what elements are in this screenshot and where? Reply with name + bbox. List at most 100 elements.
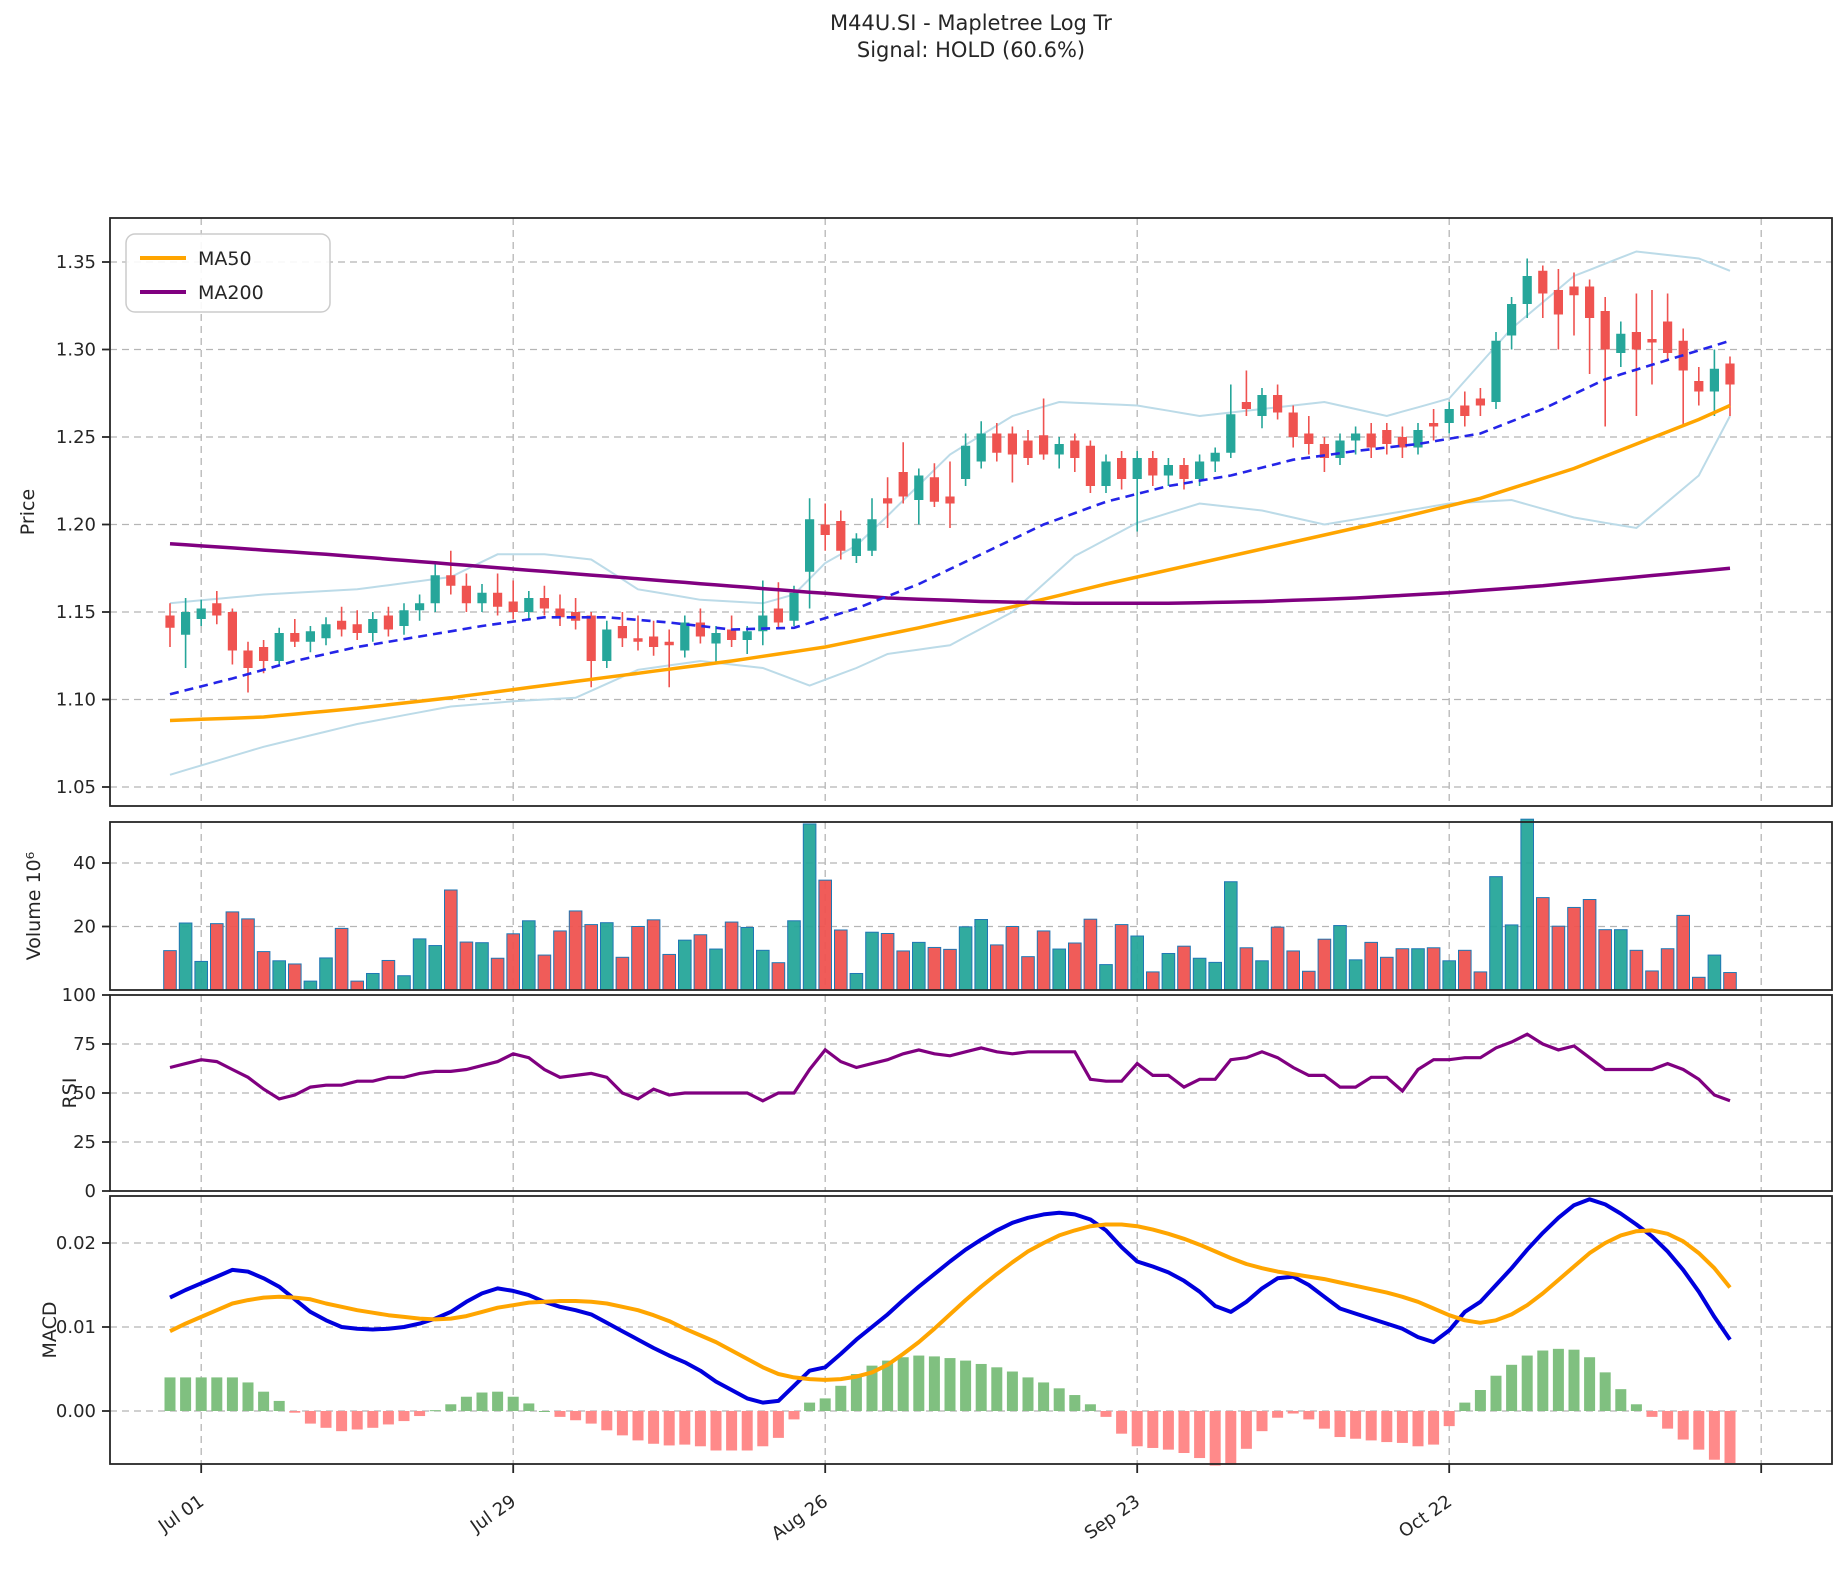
candle-body	[727, 629, 737, 640]
macd-histogram-bar-negative	[601, 1411, 613, 1431]
macd-histogram-bar-positive	[1599, 1372, 1611, 1411]
panel-borders-layer	[109, 217, 1833, 1465]
legend-ma200-label: MA200	[198, 282, 264, 304]
volume-bar	[896, 950, 911, 991]
price-tick-label: 1.25	[56, 427, 96, 448]
gridlines-layer	[110, 218, 1832, 1464]
macd-histogram-bar-positive	[1568, 1349, 1580, 1411]
candle-body	[274, 633, 284, 661]
volume-bar	[1255, 960, 1269, 991]
candle-body	[1273, 395, 1283, 413]
volume-bar	[459, 941, 474, 991]
volume-bar	[1473, 971, 1488, 991]
candle-body	[883, 498, 893, 504]
macd-histogram-bar-negative	[726, 1411, 738, 1451]
legend: MA50 MA200	[125, 233, 331, 313]
rsi-tick-label: 25	[73, 1132, 96, 1153]
macd-histogram-bar-negative	[1147, 1411, 1159, 1448]
macd-histogram-bar-positive	[1490, 1375, 1502, 1411]
volume-bar	[849, 972, 864, 991]
volume-bar	[1567, 906, 1581, 991]
volume-bar	[1208, 961, 1223, 991]
volume-bar	[646, 919, 661, 991]
candle-body	[851, 538, 861, 556]
candle-body	[664, 641, 674, 646]
volume-bar	[1036, 930, 1051, 991]
volume-bar	[475, 942, 489, 991]
price-tick-label: 1.35	[56, 252, 96, 273]
volume-bar	[678, 939, 692, 991]
macd-histogram-bar-negative	[694, 1411, 706, 1447]
volume-bar	[537, 954, 552, 991]
macd-histogram-bar-negative	[1162, 1411, 1174, 1450]
date-tick-label: Oct 22	[1395, 1491, 1456, 1542]
candle-body	[820, 524, 830, 535]
volume-bar	[1489, 876, 1503, 991]
macd-histogram-bar-negative	[1381, 1411, 1393, 1443]
volume-bar	[1520, 818, 1535, 991]
candle-body	[617, 626, 627, 639]
macd-histogram-bar-negative	[1318, 1411, 1330, 1429]
candle-body	[508, 601, 518, 612]
macd-histogram-bar-positive	[1506, 1364, 1518, 1411]
volume-bar	[288, 963, 302, 991]
candle-body	[1538, 270, 1548, 294]
candlestick-layer	[165, 258, 1735, 693]
macd-signal-line	[169, 1222, 1732, 1382]
macd-histogram-bar-negative	[1287, 1411, 1299, 1414]
candle-body	[196, 608, 206, 619]
volume-bar	[1614, 929, 1628, 991]
candle-body	[1195, 461, 1205, 479]
volume-bar	[834, 929, 848, 991]
volume-bar	[1442, 960, 1457, 991]
macd-histogram-bar-negative	[1396, 1411, 1408, 1443]
macd-histogram-bar-positive	[991, 1367, 1003, 1411]
macd-histogram-bar-negative	[741, 1411, 753, 1451]
macd-histogram-bar-positive	[804, 1402, 816, 1411]
price-tick-label: 1.15	[56, 602, 96, 623]
macd-histogram-bar-positive	[913, 1355, 925, 1411]
volume-bar	[490, 957, 505, 991]
candle-body	[181, 612, 191, 635]
macd-histogram-bar-negative	[710, 1411, 722, 1451]
volume-bar	[1099, 964, 1113, 991]
candle-body	[1709, 368, 1719, 392]
macd-histogram-bar-negative	[1677, 1411, 1689, 1440]
macd-histogram-bar-negative	[663, 1411, 675, 1446]
candle-body	[586, 615, 596, 661]
candle-body	[524, 598, 534, 612]
candle-body	[1241, 402, 1251, 409]
candle-body	[1163, 465, 1173, 476]
rsi-tick-label: 75	[73, 1034, 96, 1055]
date-tick-label: Sep 23	[1081, 1491, 1144, 1544]
volume-bar	[1364, 941, 1379, 991]
volume-bar	[210, 923, 224, 991]
volume-bar	[1723, 972, 1737, 991]
volume-bar	[756, 949, 770, 991]
volume-tick-label: 40	[73, 853, 96, 874]
macd-histogram-bar-negative	[632, 1411, 644, 1441]
macd-histogram-bar-positive	[242, 1382, 254, 1411]
volume-bar	[568, 910, 583, 991]
candle-body	[992, 433, 1002, 453]
volume-axis-label: Volume 10⁶	[23, 852, 45, 961]
macd-histogram-bar-positive	[1053, 1388, 1065, 1411]
macd-histogram-bar-positive	[273, 1400, 285, 1411]
candle-body	[368, 619, 378, 633]
volume-bar	[958, 926, 973, 991]
candle-body	[461, 585, 471, 604]
volume-bar	[974, 919, 989, 991]
macd-histogram-bar-negative	[1365, 1411, 1377, 1441]
macd-histogram-bar-negative	[414, 1411, 426, 1417]
volume-bar	[1083, 918, 1098, 991]
macd-histogram-bar-positive	[164, 1377, 176, 1411]
volume-bar	[553, 930, 567, 991]
macd-histogram-bar-positive	[1038, 1382, 1050, 1411]
macd-histogram-bar-negative	[1662, 1411, 1674, 1429]
macd-histogram-bar-negative	[1100, 1411, 1112, 1417]
macd-histogram-bar-negative	[757, 1411, 769, 1447]
candle-body	[1429, 423, 1439, 427]
volume-bar	[709, 948, 723, 991]
ma200-line	[169, 542, 1731, 606]
volume-bar	[225, 911, 240, 991]
